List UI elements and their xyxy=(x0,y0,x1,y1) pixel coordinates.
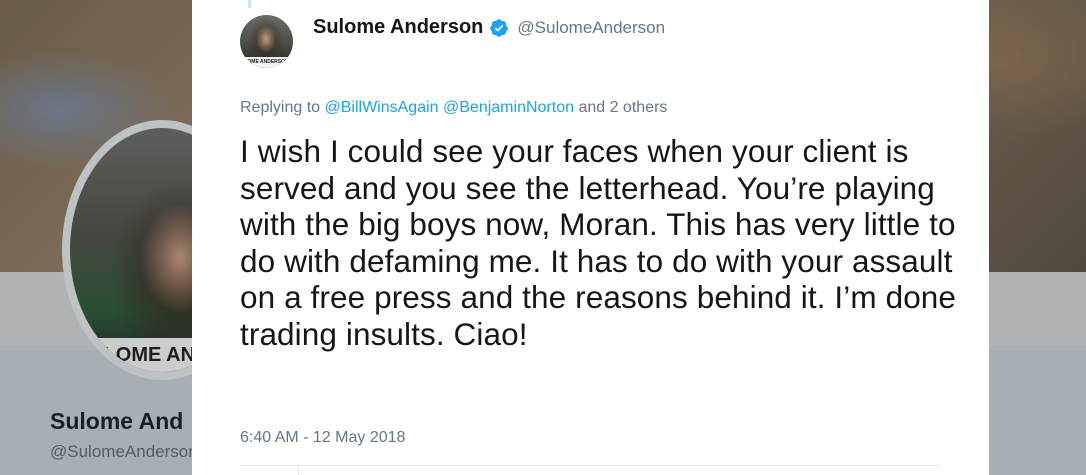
author-avatar-caption: LOME ANDERSON xyxy=(240,57,293,68)
profile-name: Sulome And xyxy=(50,408,184,434)
tweet-modal: LOME ANDERSON Sulome Anderson @SulomeAnd… xyxy=(192,0,989,475)
verified-badge-icon xyxy=(490,18,509,37)
replying-to-context: Replying to @BillWinsAgain @BenjaminNort… xyxy=(240,99,667,117)
profile-handle: @SulomeAndersor xyxy=(50,442,194,461)
replying-others-link[interactable]: and 2 others xyxy=(578,99,667,116)
replying-prefix: Replying to xyxy=(240,99,321,116)
author-avatar[interactable]: LOME ANDERSON xyxy=(240,15,293,68)
author-header: Sulome Anderson @SulomeAnderson xyxy=(313,16,665,39)
author-display-name[interactable]: Sulome Anderson xyxy=(313,16,483,39)
thread-connector-line xyxy=(248,0,251,8)
author-handle[interactable]: @SulomeAnderson xyxy=(517,18,665,38)
tweet-timestamp[interactable]: 6:40 AM - 12 May 2018 xyxy=(240,429,405,447)
reply-mention-link[interactable]: @BenjaminNorton xyxy=(443,99,574,116)
stats-divider-tick xyxy=(298,465,299,475)
reply-mention-link[interactable]: @BillWinsAgain xyxy=(325,99,439,116)
stats-divider xyxy=(240,465,940,466)
tweet-text: I wish I could see your faces when your … xyxy=(240,133,957,352)
